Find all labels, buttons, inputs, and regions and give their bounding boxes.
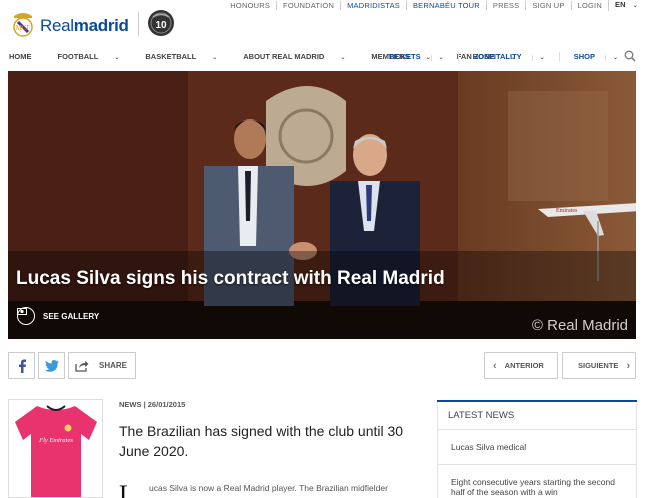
article-lead: The Brazilian has signed with the club u… (119, 423, 404, 459)
facebook-share-button[interactable] (8, 352, 35, 379)
top-bar: MCF Realmadrid 10 HONOURS FOUNDATION MAD… (0, 0, 650, 44)
chevron-down-icon: ⌄ (340, 55, 346, 61)
previous-button[interactable]: ‹ ANTERIOR (484, 352, 558, 379)
chevron-left-icon: ‹ (493, 359, 497, 372)
article-body: ucas Silva is now a Real Madrid player. … (149, 483, 388, 493)
latest-news-heading: LATEST NEWS (437, 402, 637, 430)
hero-photo: Emirates (8, 71, 636, 339)
toplink-honours[interactable]: HONOURS (224, 1, 276, 10)
nav-basketball[interactable]: BASKETBALL ⌄ (145, 52, 230, 61)
chevron-down-icon: ⌄ (212, 55, 218, 61)
toplink-press[interactable]: PRESS (485, 1, 525, 10)
nav-home-label: HOME (9, 52, 32, 61)
chevron-down-icon: ⌄ (430, 55, 451, 61)
language-selector[interactable]: EN ⌄ (607, 0, 644, 11)
brand-madrid: madrid (73, 16, 129, 35)
nav-about-label: ABOUT REAL MADRID (243, 52, 325, 61)
nav-about[interactable]: ABOUT REAL MADRID ⌄ (243, 52, 358, 61)
article-meta: NEWS | 26/01/2015 (119, 400, 186, 409)
news-item[interactable]: Lucas Silva medical (437, 430, 637, 465)
toplink-sign-up[interactable]: SIGN UP (525, 1, 570, 10)
top-links: HONOURS FOUNDATION MADRIDISTAS BERNABÉU … (224, 0, 644, 11)
nav-tickets-label: TICKETS (388, 52, 421, 61)
share-label: SHARE (99, 361, 128, 370)
nav-tickets[interactable]: TICKETS ⌄ (375, 52, 458, 61)
latest-news-panel: LATEST NEWS Lucas Silva medical Eight co… (437, 400, 637, 498)
club-crest-icon[interactable]: MCF (10, 8, 36, 38)
language-label: EN (614, 0, 626, 9)
twitter-share-button[interactable] (38, 352, 65, 379)
toplink-login[interactable]: LOGIN (570, 1, 608, 10)
hero-title[interactable]: Lucas Silva signs his contract with Real… (16, 268, 445, 290)
chevron-down-icon: ⌄ (531, 55, 552, 61)
logo-divider (138, 12, 139, 36)
search-icon[interactable] (624, 50, 636, 62)
nav-basketball-label: BASKETBALL (145, 52, 197, 61)
chevron-down-icon: ⌄ (632, 3, 638, 9)
see-gallery-label: SEE GALLERY (43, 311, 100, 321)
facebook-icon (18, 359, 26, 373)
nav-hospitality-label: HOSPITALITY (472, 52, 522, 61)
toplink-foundation[interactable]: FOUNDATION (276, 1, 340, 10)
next-button[interactable]: SIGUIENTE › (562, 352, 636, 379)
hero-banner[interactable]: Emirates Lucas Silva signs his contract … (8, 71, 636, 339)
next-label: SIGUIENTE (578, 361, 619, 370)
photo-copyright: © Real Madrid (531, 317, 628, 334)
share-button[interactable]: SHARE (68, 352, 136, 379)
nav-home[interactable]: HOME (9, 52, 45, 61)
article-dropcap: L (119, 480, 135, 498)
nav-shop-label: SHOP (573, 52, 595, 61)
chevron-down-icon: ⌄ (114, 55, 120, 61)
main-nav: HOME FOOTBALL ⌄ BASKETBALL ⌄ ABOUT REAL MA… (0, 45, 650, 69)
chevron-right-icon: › (626, 359, 631, 372)
news-item[interactable]: Eight consecutive years starting the sec… (437, 465, 637, 498)
decima-badge-icon[interactable]: 10 (147, 8, 175, 38)
pink-shirt-image: Fly Emirates (15, 405, 97, 497)
see-gallery-button[interactable]: SEE GALLERY (17, 307, 99, 325)
nav-shop[interactable]: SHOP ⌄ (558, 52, 632, 61)
brand-real: Real (40, 16, 74, 35)
plane-livery-text: Emirates (556, 208, 578, 214)
badge-text: 10 (155, 20, 167, 31)
nav-football[interactable]: FOOTBALL ⌄ (58, 52, 133, 61)
svg-text:MCF: MCF (16, 24, 31, 32)
nav-right: TICKETS ⌄ HOSPITALITY ⌄ SHOP ⌄ (375, 52, 632, 61)
share-icon (75, 360, 89, 372)
toplink-madridistas[interactable]: MADRIDISTAS (340, 1, 406, 10)
share-bar: SHARE (8, 352, 139, 379)
twitter-icon (44, 359, 59, 372)
nav-hospitality[interactable]: HOSPITALITY ⌄ (457, 52, 559, 61)
toplink-bernabeu-tour[interactable]: BERNABÉU TOUR (405, 1, 486, 10)
previous-label: ANTERIOR (504, 361, 544, 370)
shirt-sponsor-text: Fly Emirates (38, 437, 73, 444)
chevron-down-icon: ⌄ (604, 55, 625, 61)
article-thumbnail[interactable]: Fly Emirates (8, 399, 103, 498)
camera-icon (17, 307, 35, 325)
article-pager: ‹ ANTERIOR SIGUIENTE › (484, 352, 636, 379)
brand-logo[interactable]: Realmadrid (40, 16, 129, 36)
nav-football-label: FOOTBALL (57, 52, 99, 61)
